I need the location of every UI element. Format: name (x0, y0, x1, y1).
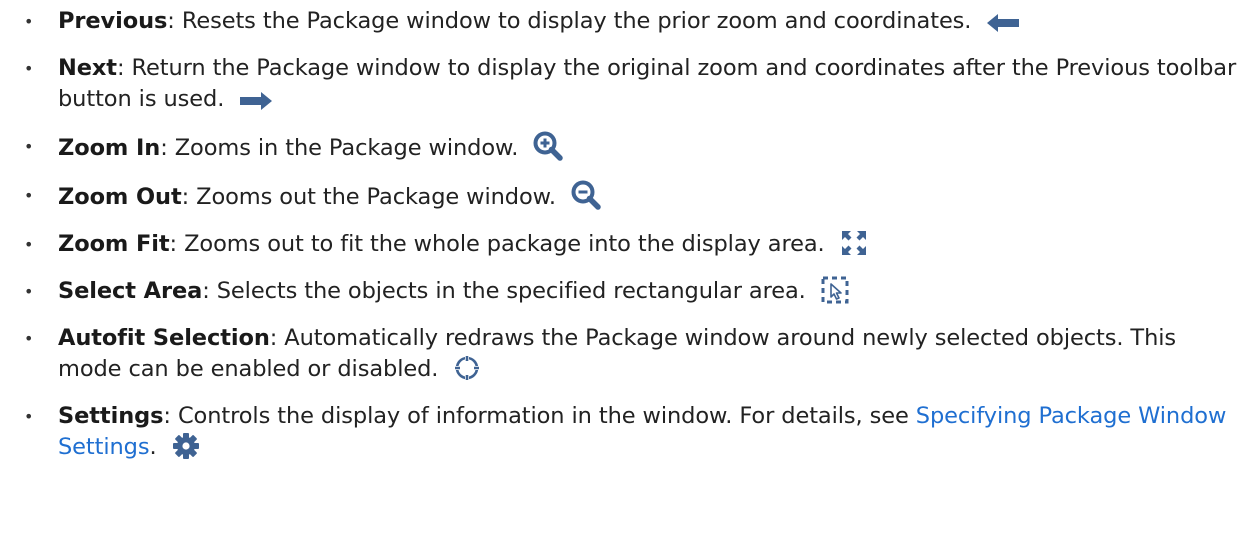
gear-icon (172, 432, 200, 460)
bullet: • (24, 235, 34, 254)
description-next: Return the Package window to display the… (58, 55, 1237, 112)
term-autofit-selection: Autofit Selection (58, 325, 270, 351)
separator: : (167, 8, 175, 34)
separator: : (163, 403, 171, 429)
term-zoom-in: Zoom In (58, 135, 161, 161)
bullet: • (24, 12, 34, 31)
list-item-zoom-fit: • Zoom Fit: Zooms out to fit the whole p… (0, 229, 1246, 260)
zoom-fit-icon (840, 229, 868, 257)
bullet: • (24, 407, 34, 426)
separator: : (181, 184, 190, 210)
list-item-zoom-out: • Zoom Out: Zooms out the Package window… (0, 180, 1246, 213)
term-select-area: Select Area (58, 278, 203, 304)
list-item-previous: • Previous: Resets the Package window to… (0, 6, 1246, 37)
zoom-out-icon (571, 180, 601, 210)
list-item-select-area: • Select Area: Selects the objects in th… (0, 276, 1246, 307)
autofit-selection-icon (453, 354, 481, 382)
description-settings: Controls the display of information in t… (170, 403, 916, 429)
bullet: • (24, 186, 34, 205)
list-item-settings: • Settings: Controls the display of info… (0, 401, 1246, 463)
separator: : (169, 231, 178, 257)
separator: : (202, 278, 210, 304)
term-previous: Previous (58, 8, 168, 34)
list-item-zoom-in: • Zoom In: Zooms in the Package window. (0, 131, 1246, 164)
term-settings: Settings (58, 403, 164, 429)
list-item-autofit-selection: • Autofit Selection: Automatically redra… (0, 323, 1246, 385)
description-select-area: Selects the objects in the specified rec… (209, 278, 806, 304)
bullet: • (24, 137, 34, 156)
period: . (149, 434, 157, 460)
zoom-in-icon (533, 131, 564, 161)
list-item-next: • Next: Return the Package window to dis… (0, 53, 1246, 115)
description-zoom-out: Zooms out the Package window. (189, 184, 556, 210)
arrow-left-icon (986, 12, 1020, 34)
bullet: • (24, 282, 34, 301)
toolbar-button-list: • Previous: Resets the Package window to… (0, 0, 1246, 463)
term-next: Next (58, 55, 117, 81)
separator: : (160, 135, 168, 161)
arrow-right-icon (239, 90, 273, 112)
select-area-icon (821, 276, 849, 304)
term-zoom-fit: Zoom Fit (58, 231, 170, 257)
description-zoom-fit: Zooms out to fit the whole package into … (177, 231, 825, 257)
description-zoom-in: Zooms in the Package window. (167, 135, 519, 161)
bullet: • (24, 329, 34, 348)
term-zoom-out: Zoom Out (58, 184, 182, 210)
bullet: • (24, 59, 34, 78)
description-previous: Resets the Package window to display the… (174, 8, 972, 34)
